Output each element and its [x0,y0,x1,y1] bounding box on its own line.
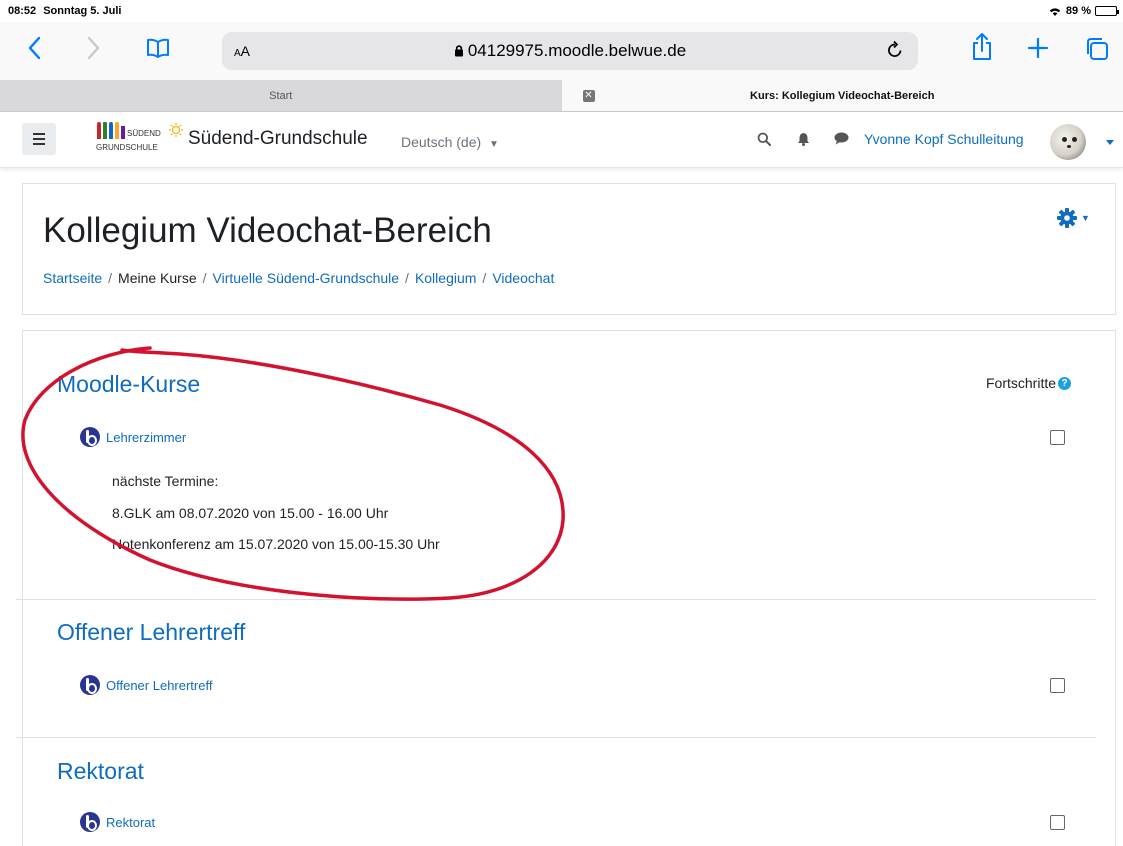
status-time: 08:52 [8,5,37,17]
reload-button[interactable] [886,40,904,65]
completion-checkbox[interactable] [1050,815,1065,830]
tabs-icon [1087,38,1108,60]
breadcrumb-meine-kurse: Meine Kurse [118,270,197,286]
avatar-nose [1067,145,1071,148]
breadcrumb-separator: / [482,270,487,286]
activity-lehrerzimmer[interactable]: Lehrerzimmer [80,427,186,447]
new-tab-button[interactable] [1027,37,1049,59]
page-header: Kollegium Videochat-Bereich ▼ Startseite… [22,183,1116,315]
completion-checkbox[interactable] [1050,430,1065,445]
search-icon [757,132,771,146]
share-icon [973,33,991,60]
course-settings-menu[interactable]: ▼ [1057,208,1090,228]
forward-button[interactable] [86,36,100,60]
url-text[interactable]: 04129975.moodle.belwue.de [222,41,918,61]
battery-percent: 89 % [1065,5,1091,17]
back-button[interactable] [28,36,42,60]
messages-button[interactable] [834,132,849,150]
breadcrumb-startseite[interactable]: Startseite [43,270,102,286]
help-icon[interactable]: ? [1058,376,1072,390]
section-title-rektorat[interactable]: Rektorat [57,758,144,785]
tab-start-label: Start [269,90,293,102]
avatar-eye-right [1072,137,1077,142]
breadcrumb-virtuelle-schule[interactable]: Virtuelle Südend-Grundschule [213,270,400,286]
avatar-eye-left [1062,137,1067,142]
tab-bar: Start ✕ Kurs: Kollegium Videochat-Bereic… [0,80,1123,112]
breadcrumb-kollegium[interactable]: Kollegium [415,270,476,286]
logo-text-bottom: GRUNDSCHULE [96,143,158,152]
progress-label-text: Fortschritte [986,375,1057,391]
user-menu-caret-icon[interactable] [1106,140,1114,145]
section-title-offener-lehrertreff[interactable]: Offener Lehrertreff [57,619,245,646]
chevron-right-icon [87,36,100,60]
activity-link-lehrerzimmer[interactable]: Lehrerzimmer [106,430,186,445]
battery-icon [1095,6,1119,16]
bell-icon [798,133,809,146]
status-date: Sonntag 5. Juli [43,5,122,17]
progress-label: Fortschritte ? [986,375,1072,391]
status-right: 89 % [1048,5,1119,17]
caret-down-icon: ▼ [489,139,499,150]
close-tab-icon[interactable]: ✕ [582,90,595,102]
logo-text-top: SÜDEND [127,129,161,138]
chevron-left-icon [28,36,41,60]
wifi-icon [1049,7,1061,16]
site-name[interactable]: Südend-Grundschule [188,128,368,150]
status-time-date: 08:52 Sonntag 5. Juli [8,5,121,17]
language-label: Deutsch (de) [401,134,482,150]
avatar[interactable] [1050,124,1086,160]
section-divider [16,599,1096,600]
gear-icon [1057,208,1077,228]
tab-kurs[interactable]: ✕ Kurs: Kollegium Videochat-Bereich [561,80,1123,111]
lock-icon [454,45,463,57]
activity-link-offener-lehrertreff[interactable]: Offener Lehrertreff [106,678,212,693]
browser-toolbar: AA 04129975.moodle.belwue.de [0,22,1123,80]
activity-description-line: Notenkonferenz am 15.07.2020 von 15.00-1… [112,536,440,552]
tabs-overview-button[interactable] [1085,37,1109,61]
book-icon [147,38,169,58]
completion-checkbox[interactable] [1050,678,1065,693]
bigbluebutton-icon [80,812,100,832]
bookmarks-button[interactable] [146,38,170,58]
share-button[interactable] [971,32,993,62]
course-content: Fortschritte ? Moodle-Kurse Lehrerzimmer… [16,330,1116,846]
breadcrumb-videochat[interactable]: Videochat [492,270,554,286]
activity-description-line: 8.GLK am 08.07.2020 von 15.00 - 16.00 Uh… [112,505,389,521]
url-label: 04129975.moodle.belwue.de [467,41,687,60]
activity-offener-lehrertreff[interactable]: Offener Lehrertreff [80,675,212,695]
breadcrumb-separator: / [108,270,113,286]
user-menu-name[interactable]: Yvonne Kopf Schulleitung [864,131,1024,147]
caret-down-icon: ▼ [1081,213,1090,223]
page-title: Kollegium Videochat-Bereich [43,211,492,250]
breadcrumb-separator: / [405,270,409,286]
language-menu[interactable]: Deutsch (de) ▼ [401,134,499,150]
activity-link-rektorat[interactable]: Rektorat [106,815,155,830]
plus-icon [1027,37,1049,59]
search-button[interactable] [757,132,771,151]
menu-toggle-button[interactable] [22,123,56,155]
moodle-navbar: SÜDEND GRUNDSCHULE Südend-Grundschule De… [0,113,1123,168]
bigbluebutton-icon [80,675,100,695]
address-bar[interactable]: AA 04129975.moodle.belwue.de [222,32,918,70]
activity-description-line: nächste Termine: [112,473,219,489]
section-title-moodle-kurse[interactable]: Moodle-Kurse [57,371,200,398]
status-bar: 08:52 Sonntag 5. Juli 89 % [0,0,1123,22]
school-logo[interactable]: SÜDEND GRUNDSCHULE [96,121,186,158]
school-logo-image: SÜDEND GRUNDSCHULE [96,121,183,152]
bigbluebutton-icon [80,427,100,447]
reload-icon [888,40,902,57]
tab-kurs-label: Kurs: Kollegium Videochat-Bereich [750,90,935,102]
notifications-button[interactable] [797,132,810,151]
breadcrumb-separator: / [202,270,207,286]
section-divider [16,737,1096,738]
breadcrumb: Startseite / Meine Kurse / Virtuelle Südend-… [43,270,554,286]
activity-rektorat[interactable]: Rektorat [80,812,155,832]
chat-icon [834,132,849,145]
tab-start[interactable]: Start [0,80,562,111]
